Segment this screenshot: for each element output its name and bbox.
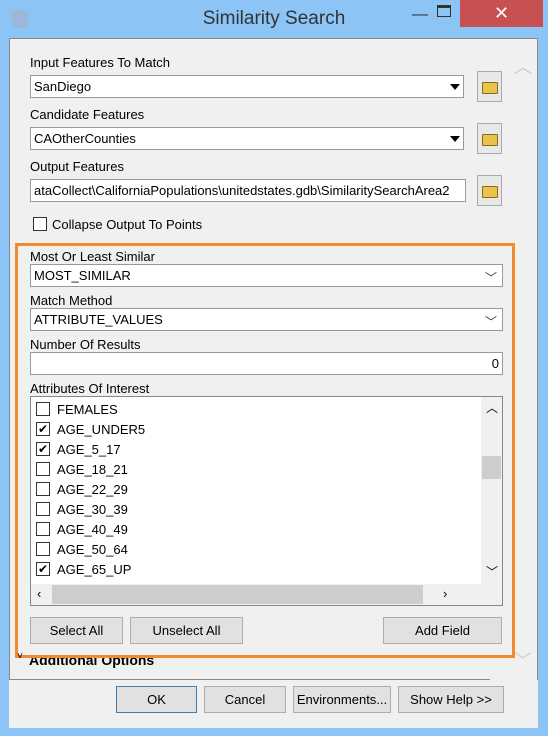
select-all-button[interactable]: Select All: [30, 617, 123, 644]
folder-icon: [481, 185, 498, 198]
most-least-select[interactable]: MOST_SIMILAR ﹀: [30, 264, 503, 287]
dropdown-arrow-icon: [450, 84, 460, 90]
attribute-checkbox[interactable]: [36, 542, 50, 556]
show-help-button[interactable]: Show Help >>: [398, 686, 504, 713]
collapse-checkbox[interactable]: [33, 217, 47, 231]
list-item[interactable]: AGE_50_64: [36, 539, 128, 559]
most-least-label: Most Or Least Similar: [30, 249, 155, 264]
attribute-checkbox[interactable]: [36, 502, 50, 516]
list-item[interactable]: AGE_40_49: [36, 519, 128, 539]
environments-button[interactable]: Environments...: [293, 686, 391, 713]
hscroll-thumb[interactable]: [52, 585, 423, 604]
input-features-value: SanDiego: [34, 79, 92, 94]
list-item[interactable]: AGE_30_39: [36, 499, 128, 519]
match-method-label: Match Method: [30, 293, 113, 308]
attribute-label: AGE_30_39: [57, 501, 128, 517]
chevron-icon: ˅: [17, 651, 23, 662]
output-features-input[interactable]: ataCollect\CaliforniaPopulations\uniteds…: [30, 179, 466, 202]
cancel-button[interactable]: Cancel: [204, 686, 286, 713]
output-features-label: Output Features: [30, 159, 124, 174]
maximize-button[interactable]: [435, 0, 460, 27]
attribute-checkbox[interactable]: ✔: [36, 422, 50, 436]
scroll-thumb[interactable]: [482, 456, 501, 479]
match-method-value: ATTRIBUTE_VALUES: [34, 312, 163, 327]
list-vscrollbar[interactable]: ︿ ﹀: [481, 397, 502, 584]
num-results-input[interactable]: 0: [30, 352, 503, 375]
browse-input-button[interactable]: [477, 71, 502, 102]
scroll-down-icon[interactable]: ﹀: [514, 647, 532, 673]
chevron-right-icon[interactable]: ›: [443, 586, 447, 601]
attribute-label: AGE_22_29: [57, 481, 128, 497]
attribute-label: AGE_65_UP: [57, 561, 132, 577]
dropdown-arrow-icon: [450, 136, 460, 142]
chevron-down-icon[interactable]: ﹀: [486, 563, 498, 580]
list-item[interactable]: ✔ AGE_5_17: [36, 439, 121, 459]
attribute-label: AGE_50_64: [57, 541, 128, 557]
candidate-features-value: CAOtherCounties: [34, 131, 136, 146]
minimize-button[interactable]: —: [405, 0, 435, 27]
attribute-checkbox[interactable]: ✔: [36, 562, 50, 576]
list-item[interactable]: ✔ AGE_65_UP: [36, 559, 131, 579]
attribute-checkbox[interactable]: ✔: [36, 442, 50, 456]
attribute-label: FEMALES: [57, 401, 118, 417]
candidate-features-label: Candidate Features: [30, 107, 145, 122]
close-button[interactable]: ✕: [460, 0, 543, 27]
list-item[interactable]: AGE_18_21: [36, 459, 128, 479]
attributes-label: Attributes Of Interest: [30, 381, 150, 396]
attribute-checkbox[interactable]: [36, 402, 50, 416]
list-hscrollbar[interactable]: ‹ ›: [31, 584, 502, 605]
attribute-label: AGE_40_49: [57, 521, 128, 537]
attribute-checkbox[interactable]: [36, 482, 50, 496]
most-least-value: MOST_SIMILAR: [34, 268, 131, 283]
list-item[interactable]: FEMALES: [36, 399, 118, 419]
attribute-label: AGE_UNDER5: [57, 421, 146, 437]
candidate-features-combo[interactable]: CAOtherCounties: [30, 127, 464, 150]
attribute-label: AGE_5_17: [57, 441, 121, 457]
unselect-all-button[interactable]: Unselect All: [130, 617, 243, 644]
match-method-select[interactable]: ATTRIBUTE_VALUES ﹀: [30, 308, 503, 331]
folder-icon: [481, 133, 498, 146]
chevron-left-icon[interactable]: ‹: [37, 586, 41, 601]
ok-button[interactable]: OK: [116, 686, 197, 713]
num-results-label: Number Of Results: [30, 337, 141, 352]
list-item[interactable]: AGE_22_29: [36, 479, 128, 499]
collapse-label: Collapse Output To Points: [52, 217, 203, 232]
input-features-combo[interactable]: SanDiego: [30, 75, 464, 98]
add-field-button[interactable]: Add Field: [383, 617, 502, 644]
input-features-label: Input Features To Match: [30, 55, 170, 70]
list-item[interactable]: ✔ AGE_UNDER5: [36, 419, 145, 439]
scroll-up-icon[interactable]: ︿: [514, 53, 532, 79]
browse-output-button[interactable]: [477, 175, 502, 206]
maximize-icon: [437, 5, 451, 17]
chevron-down-icon: ﹀: [484, 315, 497, 329]
attributes-list[interactable]: FEMALES ✔ AGE_UNDER5 ✔ AGE_5_17 AGE_18_21 AGE_…: [30, 396, 503, 606]
browse-candidate-button[interactable]: [477, 123, 502, 154]
attribute-label: AGE_18_21: [57, 461, 128, 477]
attribute-checkbox[interactable]: [36, 462, 50, 476]
attribute-checkbox[interactable]: [36, 522, 50, 536]
chevron-down-icon: ﹀: [484, 271, 497, 285]
folder-icon: [481, 81, 498, 94]
chevron-up-icon[interactable]: ︿: [486, 399, 498, 416]
